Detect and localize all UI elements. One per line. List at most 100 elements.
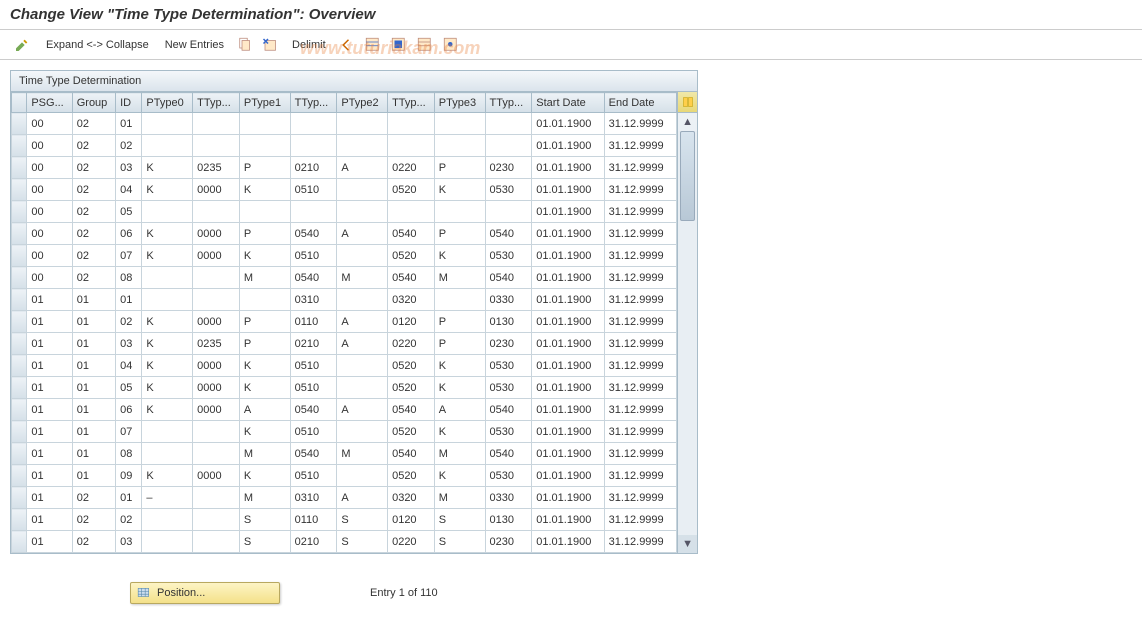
cell[interactable]: K [239,355,290,377]
cell[interactable]: K [239,245,290,267]
copy-icon[interactable] [236,36,254,54]
delete-icon[interactable] [262,36,280,54]
cell[interactable] [142,135,193,157]
cell[interactable]: 31.12.9999 [604,443,676,465]
cell[interactable]: 0520 [388,245,435,267]
cell[interactable]: 0510 [290,465,337,487]
cell[interactable]: 02 [72,179,115,201]
scroll-track[interactable] [678,131,697,535]
position-button[interactable]: Position... [130,582,280,604]
cell[interactable] [337,377,388,399]
column-header[interactable]: End Date [604,93,676,113]
cell[interactable]: 06 [116,223,142,245]
cell[interactable]: 01.01.1900 [532,157,604,179]
cell[interactable]: 31.12.9999 [604,509,676,531]
cell[interactable]: 31.12.9999 [604,157,676,179]
cell[interactable]: 0540 [290,443,337,465]
row-selector[interactable] [12,113,27,135]
cell[interactable]: 0235 [193,333,240,355]
row-selector[interactable] [12,201,27,223]
column-header[interactable]: PType3 [434,93,485,113]
cell[interactable] [337,245,388,267]
cell[interactable]: 0530 [485,377,532,399]
row-selector[interactable] [12,223,27,245]
cell[interactable]: 01.01.1900 [532,245,604,267]
cell[interactable]: 01.01.1900 [532,311,604,333]
cell[interactable]: 0510 [290,377,337,399]
cell[interactable] [434,135,485,157]
cell[interactable]: 0000 [193,399,240,421]
cell[interactable] [142,289,193,311]
cell[interactable] [485,201,532,223]
cell[interactable] [239,113,290,135]
cell[interactable]: P [239,333,290,355]
cell[interactable]: 0000 [193,311,240,333]
cell[interactable]: K [434,245,485,267]
cell[interactable]: 0000 [193,377,240,399]
cell[interactable]: 0210 [290,333,337,355]
cell[interactable] [239,201,290,223]
cell[interactable]: 01.01.1900 [532,289,604,311]
column-header[interactable]: TTyp... [193,93,240,113]
cell[interactable]: 00 [27,223,72,245]
cell[interactable]: S [239,531,290,553]
cell[interactable]: 31.12.9999 [604,135,676,157]
cell[interactable]: 0110 [290,509,337,531]
cell[interactable] [193,509,240,531]
cell[interactable] [193,531,240,553]
delimit-button[interactable]: Delimit [288,37,330,53]
cell[interactable]: 01 [27,333,72,355]
table-row[interactable]: 010201–M0310A0320M033001.01.190031.12.99… [12,487,677,509]
cell[interactable] [337,179,388,201]
cell[interactable]: 01 [27,311,72,333]
cell[interactable]: 0130 [485,509,532,531]
cell[interactable]: 0230 [485,531,532,553]
table-row[interactable]: 000204K0000K05100520K053001.01.190031.12… [12,179,677,201]
cell[interactable] [142,113,193,135]
cell[interactable]: 01 [72,421,115,443]
cell[interactable]: A [434,399,485,421]
column-header[interactable]: PType2 [337,93,388,113]
table-row[interactable]: 000208M0540M0540M054001.01.190031.12.999… [12,267,677,289]
cell[interactable]: K [434,355,485,377]
cell[interactable]: K [142,157,193,179]
cell[interactable]: M [239,267,290,289]
cell[interactable]: 01 [27,289,72,311]
cell[interactable]: 0235 [193,157,240,179]
cell[interactable]: 0520 [388,179,435,201]
cell[interactable]: 01 [27,421,72,443]
cell[interactable]: 01.01.1900 [532,179,604,201]
cell[interactable] [142,443,193,465]
cell[interactable]: 01 [72,399,115,421]
configure-columns-icon[interactable] [678,92,697,113]
cell[interactable]: 0000 [193,245,240,267]
cell[interactable]: S [337,531,388,553]
cell[interactable] [193,267,240,289]
cell[interactable]: 08 [116,443,142,465]
cell[interactable]: 31.12.9999 [604,179,676,201]
cell[interactable]: 01 [27,355,72,377]
column-header[interactable]: PSG... [27,93,72,113]
cell[interactable] [142,267,193,289]
cell[interactable]: 31.12.9999 [604,245,676,267]
cell[interactable]: P [239,311,290,333]
cell[interactable]: 0510 [290,179,337,201]
select-all-icon[interactable] [364,36,382,54]
cell[interactable]: P [239,223,290,245]
table-row[interactable]: 00020101.01.190031.12.9999 [12,113,677,135]
cell[interactable]: 31.12.9999 [604,113,676,135]
row-selector[interactable] [12,289,27,311]
cell[interactable]: 0320 [388,289,435,311]
cell[interactable]: S [434,509,485,531]
expand-collapse-button[interactable]: Expand <-> Collapse [42,37,153,53]
cell[interactable]: 01 [72,311,115,333]
cell[interactable] [388,201,435,223]
cell[interactable]: M [337,267,388,289]
cell[interactable]: 0510 [290,245,337,267]
cell[interactable]: 31.12.9999 [604,399,676,421]
column-header[interactable]: Group [72,93,115,113]
row-selector[interactable] [12,311,27,333]
cell[interactable]: 08 [116,267,142,289]
cell[interactable]: 01 [72,443,115,465]
cell[interactable]: 01.01.1900 [532,113,604,135]
